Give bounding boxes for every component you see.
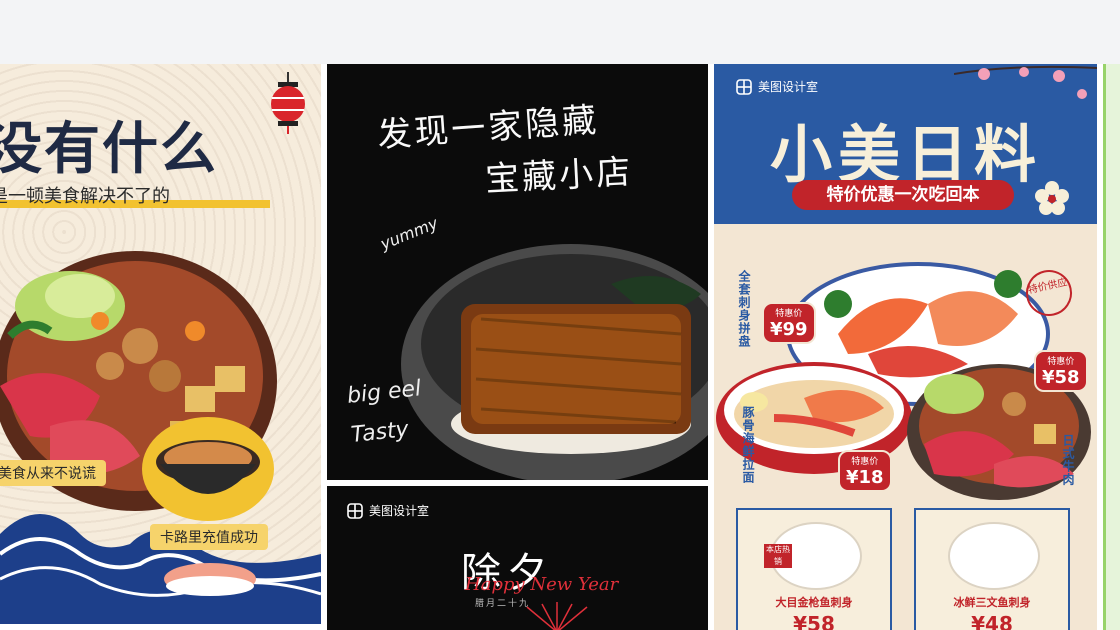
brand-name: 美图设计室 [369, 504, 430, 518]
salmon-name: 冰鲜三文鱼刺身 [953, 596, 1031, 609]
template-card-eel[interactable]: 发现一家隐藏 宝藏小店 yummy big eel Tasty [327, 64, 708, 480]
salmon-price: ¥48 [971, 612, 1013, 630]
beef-price-tag: 特惠价 ¥58 [1034, 350, 1088, 392]
tuna-name: 大目金枪鱼刺身 [775, 596, 853, 609]
menu-item-salmon[interactable]: 冰鲜三文鱼刺身 ¥48 [914, 508, 1070, 630]
beef-label: 日式牛肉 [1061, 434, 1075, 486]
sashimi-label: 全套刺身拼盘 [737, 270, 751, 348]
beef-price: ¥58 [1042, 367, 1080, 388]
brand-logo-icon [347, 502, 363, 519]
hotpot-title: 没有什么 [0, 116, 218, 182]
template-card-menu[interactable]: 美图设计室 小美日料 特价优惠一次吃回本 全套刺身拼盘 特惠价 ¥99 特价供应… [714, 64, 1097, 630]
hotpot-tag-left: 美食从来不说谎 [0, 460, 106, 486]
lantern-icon [271, 72, 305, 134]
brand-logo-icon [736, 78, 752, 95]
newyear-english: Happy New Year [465, 574, 619, 595]
template-card-hotpot[interactable]: 没有什么 是一顿美食解决不了的 美食从来不说谎 卡路里充值成功 [0, 64, 321, 624]
ramen-label: 豚骨海鲜拉面 [741, 406, 755, 484]
tuna-price: ¥58 [793, 612, 835, 630]
firework-decoration [526, 602, 588, 630]
template-card-newyear[interactable]: 美图设计室 除夕 Happy New Year 腊月二十九 [327, 486, 708, 630]
sashimi-price-tag: 特惠价 ¥99 [762, 302, 816, 344]
top-toolbar-area [0, 0, 1120, 64]
eel-headline-2: 宝藏小店 [484, 152, 635, 200]
bowl-illustration [142, 417, 274, 521]
brand-watermark: 美图设计室 [347, 502, 429, 519]
hotpot-subtitle: 是一顿美食解决不了的 [0, 186, 170, 207]
hot-seller-badge: 本店热销 [764, 544, 792, 568]
menu-ribbon: 特价优惠一次吃回本 [792, 180, 1014, 210]
ramen-price-tag: 特惠价 ¥18 [838, 450, 892, 492]
salmon-plate-illustration [948, 522, 1040, 590]
sashimi-price: ¥99 [770, 319, 808, 340]
brand-watermark: 美图设计室 [736, 78, 818, 95]
brand-name: 美图设计室 [758, 80, 819, 94]
hotpot-tag-right: 卡路里充值成功 [150, 524, 268, 550]
eel-bowl-illustration [401, 244, 708, 480]
template-card-partial[interactable] [1103, 64, 1120, 630]
sashimi-price-label: 特惠价 [775, 309, 803, 319]
cherry-blossom-icon [954, 65, 1097, 99]
beef-price-label: 特惠价 [1047, 357, 1075, 367]
ramen-price-label: 特惠价 [851, 457, 879, 467]
flower-icon [1035, 181, 1069, 215]
ramen-price: ¥18 [846, 467, 884, 488]
menu-item-tuna[interactable]: 本店热销 大目金枪鱼刺身 ¥58 [736, 508, 892, 630]
